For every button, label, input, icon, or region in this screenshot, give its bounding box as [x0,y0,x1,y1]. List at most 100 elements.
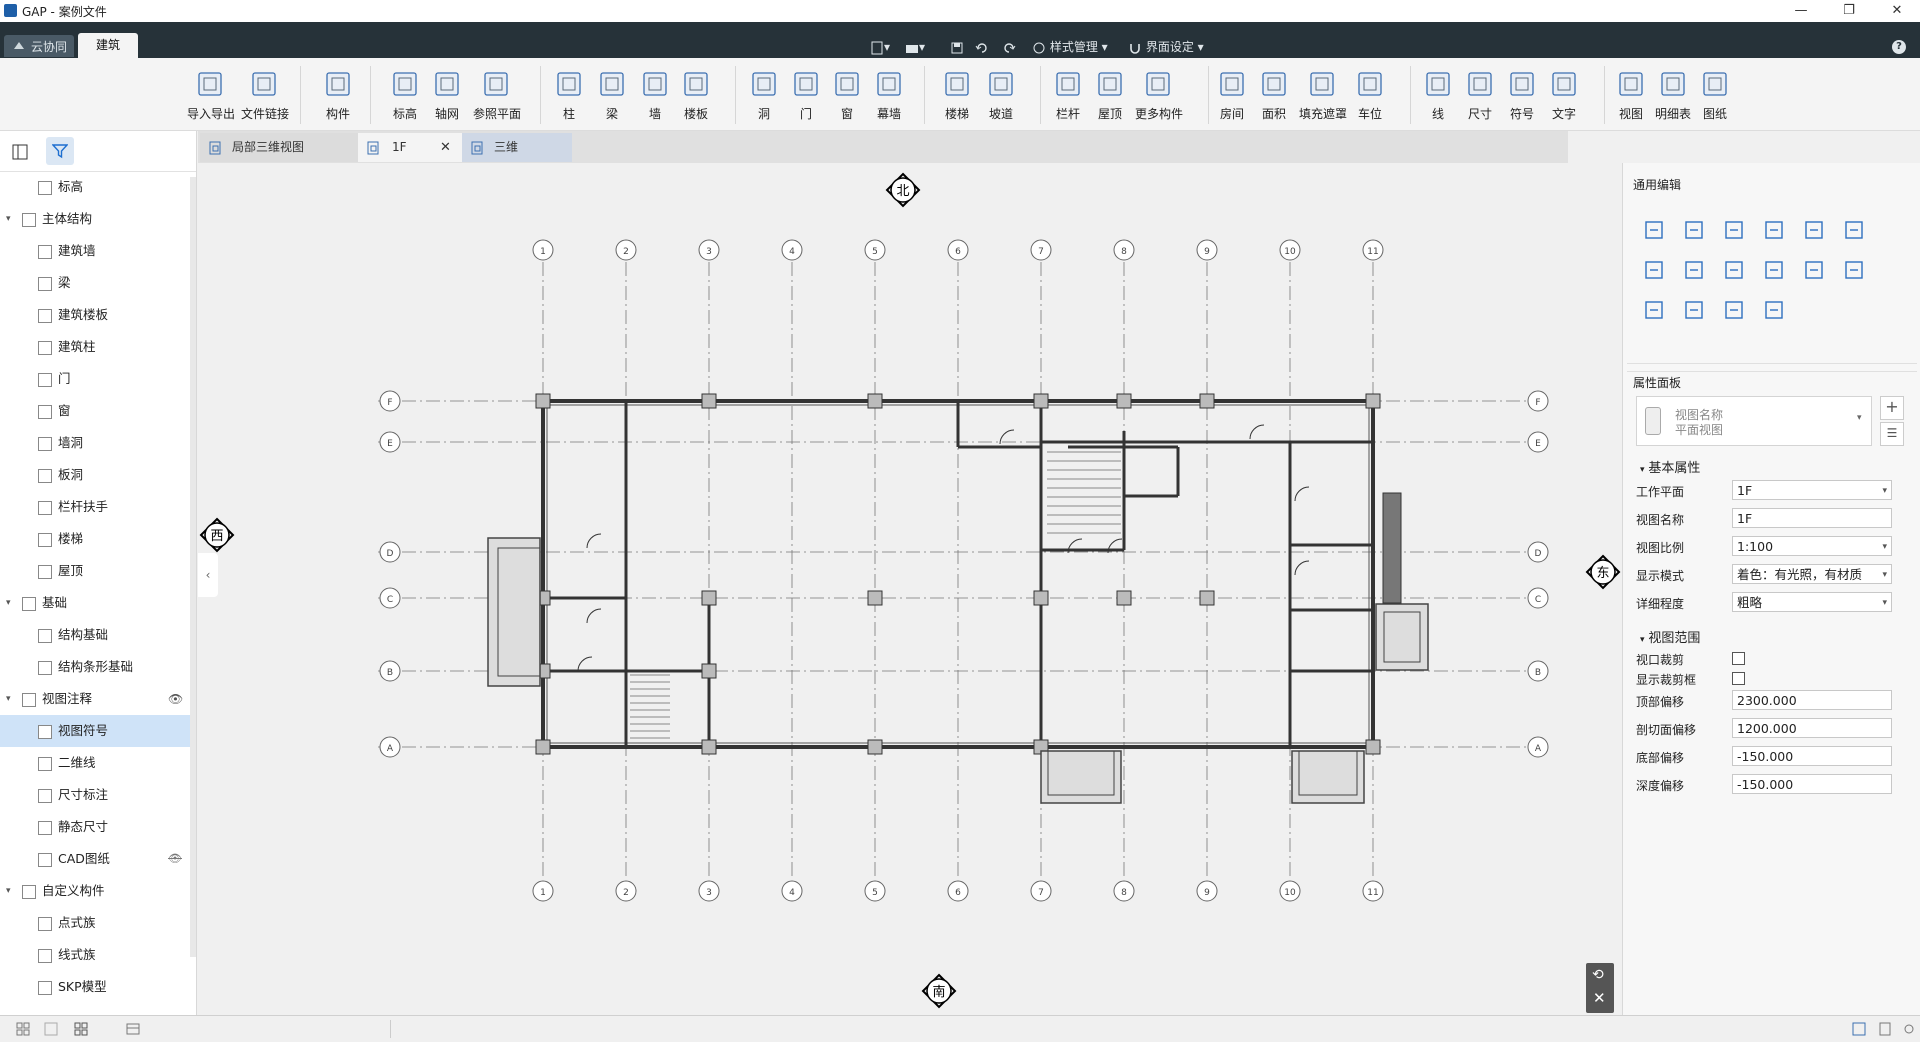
fill-mask-button[interactable]: 填充遮罩 [1299,68,1347,122]
cascade-view-icon[interactable] [74,1022,88,1036]
page-icon[interactable] [1878,1022,1892,1036]
expand-chevron-icon[interactable]: ▾ [6,875,11,907]
filter-button[interactable] [46,137,74,165]
text-button[interactable]: 文字 [1541,68,1587,122]
schedule-button[interactable]: 明细表 [1650,68,1696,122]
layout-icon[interactable] [1852,1022,1866,1036]
tree-item[interactable]: 二维线 [0,747,190,779]
pin-icon[interactable] [1682,298,1706,322]
component-button[interactable]: 构件 [315,68,361,122]
column-button[interactable]: 柱 [546,68,592,122]
door-button[interactable]: 门 [783,68,829,122]
tree-item[interactable]: SKP模型 [0,971,190,1003]
import-export-button[interactable]: 导入导出 [187,68,235,122]
tree-item[interactable]: 梁 [0,267,190,299]
tab-local-3d-view[interactable]: 局部三维视图 [200,133,359,162]
tree-item[interactable]: 门 [0,363,190,395]
open-file-icon[interactable]: ▾ [905,38,925,56]
add-type-button[interactable]: + [1880,396,1904,420]
align-icon[interactable] [1762,218,1786,242]
measure-icon[interactable] [1762,298,1786,322]
copy-icon[interactable] [1682,218,1706,242]
tab-cloud-collab[interactable]: 云协同 [4,35,74,57]
match-properties-icon[interactable] [1722,298,1746,322]
save-icon[interactable] [950,38,964,56]
view-range-header[interactable]: ▾ 视图范围 [1640,627,1700,646]
tree-item[interactable]: 窗 [0,395,190,427]
line-button[interactable]: 线 [1415,68,1461,122]
area-button[interactable]: 面积 [1251,68,1297,122]
tab-1f[interactable]: 1F ✕ [358,133,462,162]
tab-3d[interactable]: 三维 [462,133,572,162]
tree-item[interactable]: 尺寸标注 [0,779,190,811]
railing-button[interactable]: 栏杆 [1045,68,1091,122]
move-icon[interactable] [1642,218,1666,242]
floor-plan-drawing[interactable]: 11223344556677889910101111F FE ED DC CB BA A北南… [198,163,1622,1015]
offset-icon[interactable] [1842,218,1866,242]
axis-grid-button[interactable]: 轴网 [424,68,470,122]
undo-icon[interactable] [975,38,989,56]
beam-button[interactable]: 梁 [589,68,635,122]
sheet-button[interactable]: 图纸 [1692,68,1738,122]
view-type-selector[interactable]: 视图名称 平面视图 ▾ [1636,396,1872,446]
more-components-button[interactable]: 更多构件 [1135,68,1183,122]
mirror-icon[interactable] [1842,258,1866,282]
tree-item[interactable]: 点式族 [0,907,190,939]
redo-icon[interactable] [1002,38,1016,56]
dimension-button[interactable]: 尺寸 [1457,68,1503,122]
level-button[interactable]: 标高 [382,68,428,122]
type-settings-button[interactable]: ☰ [1880,422,1904,446]
tree-item[interactable]: CAD图纸 👁 [0,843,190,875]
split-icon[interactable] [1802,218,1826,242]
curtain-wall-button[interactable]: 幕墙 [866,68,912,122]
roof-button[interactable]: 屋顶 [1087,68,1133,122]
range-value-input[interactable]: 2300.000 [1732,690,1892,710]
collapse-panel-button[interactable]: ‹ [198,553,218,597]
tree-item[interactable]: ▾ 视图注释 👁 [0,683,190,715]
reference-plane-button[interactable]: 参照平面 [473,68,521,122]
ui-settings-menu[interactable]: 界面设定 ▾ [1128,38,1204,56]
close-view-icon[interactable]: ✕ [1593,989,1606,1007]
range-value-input[interactable]: -150.000 [1732,746,1892,766]
minimize-button[interactable]: — [1780,0,1822,22]
file-link-button[interactable]: 文件链接 [241,68,289,122]
expand-chevron-icon[interactable]: ▾ [6,203,11,235]
range-value-input[interactable]: 1200.000 [1732,718,1892,738]
panel-toggle-icon[interactable] [12,144,28,160]
basic-props-header[interactable]: ▾ 基本属性 [1640,457,1700,476]
property-value-field[interactable]: 着色：有光照，有材质 ▾ [1732,564,1892,584]
close-tab-icon[interactable]: ✕ [440,133,451,162]
tree-item[interactable]: 标高 [0,171,190,203]
floor-slab-button[interactable]: 楼板 [673,68,719,122]
grid-view-icon[interactable] [16,1022,30,1036]
group-icon[interactable] [1802,258,1826,282]
tree-item[interactable]: 屋顶 [0,555,190,587]
ramp-button[interactable]: 坡道 [978,68,1024,122]
tree-item[interactable]: ▾ 主体结构 [0,203,190,235]
extend-icon[interactable] [1722,258,1746,282]
tab-architecture[interactable]: 建筑 [78,33,138,58]
tree-item[interactable]: 建筑墙 [0,235,190,267]
tree-item[interactable]: ▾ 基础 [0,587,190,619]
array-icon[interactable] [1642,258,1666,282]
property-value-field[interactable]: 粗略 ▾ [1732,592,1892,612]
tree-item[interactable]: 栏杆扶手 [0,491,190,523]
tree-item[interactable]: 结构基础 [0,619,190,651]
tree-item[interactable]: 线式族 [0,939,190,971]
opening-button[interactable]: 洞 [741,68,787,122]
checkbox[interactable] [1732,652,1745,665]
tree-scrollbar[interactable] [190,177,196,957]
tree-item[interactable]: 墙洞 [0,427,190,459]
drawing-canvas[interactable]: 1 1 2 2 3 3 4 4 5 5 6 6 7 7 8 8 9 9 10 10 11 11 F F E E D D C C B B A A 北南… [198,163,1622,1015]
property-value-field[interactable]: 1F [1732,508,1892,528]
new-file-icon[interactable]: ▾ [870,38,890,56]
settings-icon[interactable] [1902,1022,1916,1036]
symbol-button[interactable]: 符号 [1499,68,1545,122]
style-management-menu[interactable]: 样式管理 ▾ [1032,38,1108,56]
tile-view-icon[interactable] [44,1022,58,1036]
close-button[interactable]: ✕ [1876,0,1918,22]
tree-item[interactable]: ▾ 自定义构件 [0,875,190,907]
expand-chevron-icon[interactable]: ▾ [6,587,11,619]
tree-item[interactable]: 板洞 [0,459,190,491]
tree-item[interactable]: 静态尺寸 [0,811,190,843]
